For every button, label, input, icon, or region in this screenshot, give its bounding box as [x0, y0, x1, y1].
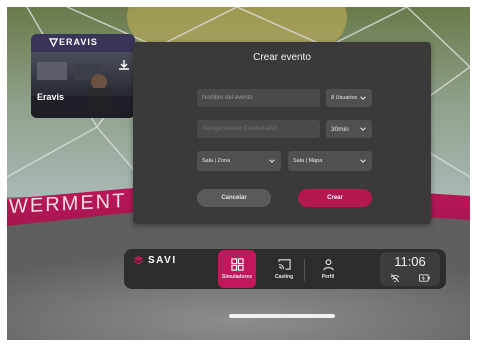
tab-casting[interactable]: Casting	[265, 249, 303, 289]
cancel-button[interactable]: Cancelar	[197, 189, 271, 207]
chevron-down-icon	[360, 159, 366, 163]
eravis-logo-icon	[49, 38, 58, 47]
create-event-dialog: Crear evento Nombre del evento 8 Usuario…	[133, 42, 431, 224]
tab-label: Casting	[274, 274, 294, 280]
card-header: ERAVIS	[31, 34, 135, 52]
battery-icon	[419, 274, 430, 282]
tab-simuladores[interactable]: Simuladores	[218, 249, 256, 289]
savi-brand: SAVI	[133, 255, 177, 266]
chevron-down-icon	[360, 96, 366, 100]
create-button[interactable]: Crear	[298, 189, 372, 207]
event-name-placeholder: Nombre del evento	[202, 95, 253, 101]
event-name-input[interactable]: Nombre del evento	[197, 89, 320, 107]
dialog-title: Crear evento	[253, 52, 311, 63]
cast-icon	[277, 259, 291, 270]
grid-icon	[230, 258, 244, 271]
clock-time: 11:06	[394, 254, 426, 269]
simulator-field: Aerogenerador Colaborativo	[197, 120, 320, 138]
card-title: Eravis	[37, 92, 65, 102]
taskbar-divider	[304, 259, 305, 281]
simulator-field-value: Aerogenerador Colaborativo	[202, 126, 278, 132]
profile-icon	[322, 259, 334, 271]
brand-text: SAVI	[148, 255, 177, 266]
chevron-down-icon	[360, 127, 366, 131]
tab-label: Perfil	[321, 274, 335, 280]
tab-label: Simuladores	[221, 274, 252, 280]
room-zone-select-value: Sala | Zona	[202, 158, 231, 164]
card-logo-text: ERAVIS	[59, 37, 98, 47]
duration-select-value: 30min	[331, 125, 349, 133]
duration-select[interactable]: 30min	[326, 120, 372, 138]
home-indicator[interactable]	[229, 314, 335, 318]
room-map-select[interactable]: Sala | Mapa	[288, 151, 372, 171]
bottom-taskbar: SAVI Simuladores Casting Perfil 11:06	[124, 249, 446, 289]
tab-perfil[interactable]: Perfil	[309, 249, 347, 289]
download-icon[interactable]	[117, 58, 131, 72]
eravis-app-card[interactable]: ERAVIS Eravis	[31, 34, 135, 118]
chevron-down-icon	[269, 159, 275, 163]
status-panel[interactable]: 11:06	[380, 252, 440, 286]
users-select[interactable]: 8 Usuarios	[326, 89, 372, 107]
wifi-off-icon	[390, 273, 400, 283]
room-zone-select[interactable]: Sala | Zona	[197, 151, 281, 171]
users-select-value: 8 Usuarios	[331, 95, 358, 101]
room-map-select-value: Sala | Mapa	[293, 158, 323, 164]
savi-logo-icon	[133, 255, 144, 265]
